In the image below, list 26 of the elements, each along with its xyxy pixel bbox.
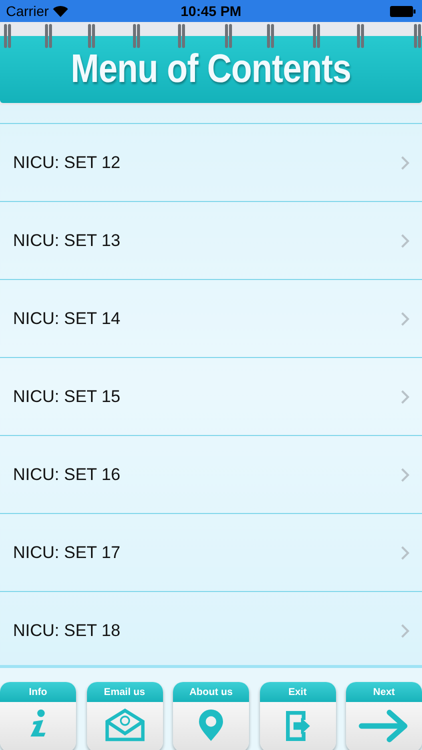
menu-item[interactable]: NICU: SET 17: [0, 514, 422, 592]
chevron-icon: [401, 234, 410, 248]
menu-item[interactable]: NICU: SET 13: [0, 202, 422, 280]
menu-item[interactable]: NICU: SET 12: [0, 124, 422, 202]
chevron-icon: [401, 468, 410, 482]
menu-item-label: NICU: SET 13: [13, 230, 122, 250]
menu-item-label: NICU: SET 17: [13, 542, 122, 562]
menu-item-label: NICU: SET 15: [13, 386, 122, 406]
battery-icon: [390, 6, 416, 16]
chevron-icon: [401, 546, 410, 560]
chevron-icon: [401, 156, 410, 170]
carrier-label: Carrier: [6, 3, 49, 19]
menu-item-label: NICU: SET 12: [13, 152, 122, 172]
wifi-icon: [52, 6, 68, 16]
menu-item[interactable]: NICU: SET 14: [0, 280, 422, 358]
clock-time: 10:45 PM: [180, 3, 242, 19]
page-title: Menu of Contents: [70, 47, 352, 92]
menu-item[interactable]: NICU: SET 16: [0, 436, 422, 514]
menu-item-label: NICU: SET 18: [13, 620, 122, 640]
menu-item[interactable]: NICU: SET 15: [0, 358, 422, 436]
chevron-icon: [401, 312, 410, 326]
menu-item-label: NICU: SET 16: [13, 464, 122, 484]
chevron-icon: [401, 624, 410, 638]
envelope-icon: [102, 708, 146, 742]
chevron-icon: [401, 390, 410, 404]
menu-item-label: NICU: SET 14: [13, 308, 122, 328]
